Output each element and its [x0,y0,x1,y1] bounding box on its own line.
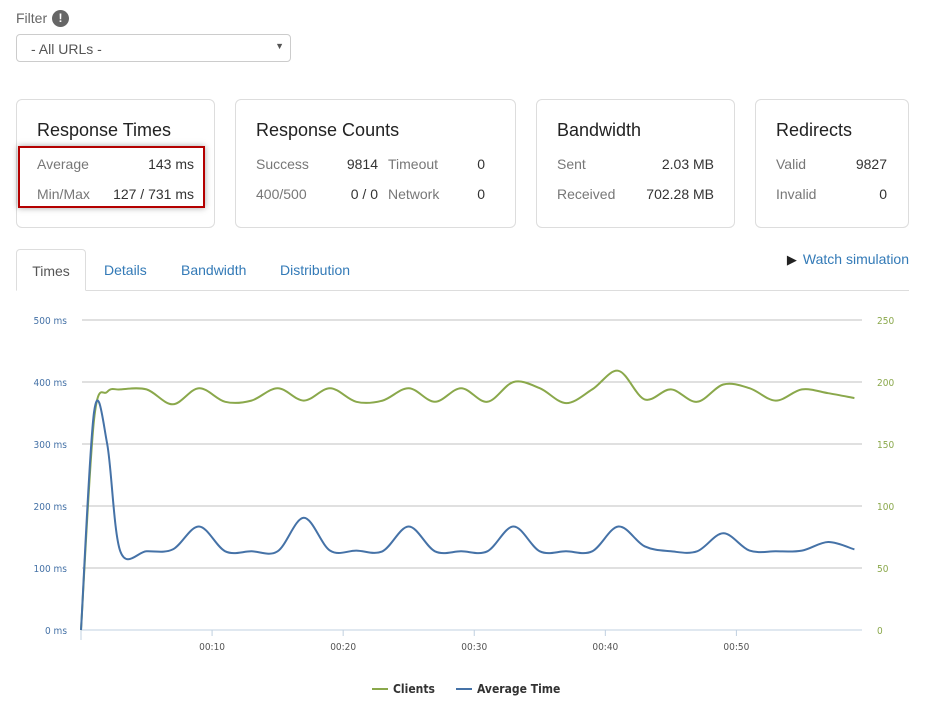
chevron-down-icon: ▼ [275,41,284,51]
received-label: Received [557,186,616,202]
x-tick-label: 00:30 [461,642,487,653]
highlight-box [18,146,205,208]
network-value: 0 [477,186,485,202]
filter-label: Filter [16,10,48,26]
legend-label-clients: Clients [393,682,435,696]
legend-label-average-time: Average Time [477,682,560,696]
y-right-tick-label: 150 [877,440,894,451]
valid-value: 9827 [855,156,887,172]
valid-label: Valid [776,156,807,172]
received-value: 702.28 MB [646,186,714,202]
errors-value: 0 / 0 [350,186,378,202]
card-title: Response Counts [256,120,400,140]
play-icon: ▶ [786,252,797,267]
watch-simulation-link[interactable]: ▶ Watch simulation [787,251,909,268]
y-left-tick-label: 200 ms [34,502,68,513]
tab-bandwidth[interactable]: Bandwidth [181,249,246,291]
watch-simulation-label: Watch simulation [802,251,909,267]
timeout-value: 0 [477,156,485,172]
tab-distribution[interactable]: Distribution [280,249,350,291]
y-right-tick-label: 50 [877,564,889,575]
x-tick-label: 00:40 [592,642,618,653]
url-filter-value: - All URLs - [31,41,102,57]
y-left-tick-label: 100 ms [34,564,68,575]
network-label: Network [388,186,440,202]
y-left-tick-label: 400 ms [34,378,68,389]
legend-item-average-time[interactable]: Average Time [456,682,560,696]
bandwidth-card: Bandwidth Sent 2.03 MB Received 702.28 M… [536,99,735,228]
times-chart: 0 ms 0 100 ms 50 200 ms 100 300 ms 150 400 ms 200… [34,316,895,696]
response-counts-card: Response Counts Success 9814 Timeout 0 4… [235,99,516,228]
y-right-tick-label: 100 [877,502,894,513]
y-left-tick-label: 300 ms [34,440,68,451]
chart-legend: Clients Average Time [372,682,560,696]
invalid-label: Invalid [776,186,817,202]
series-line-clients [80,369,855,631]
y-right-tick-label: 0 [877,626,883,637]
timeout-label: Timeout [388,156,439,172]
tab-details[interactable]: Details [104,249,147,291]
tab-times[interactable]: Times [16,249,86,291]
info-icon[interactable]: ! [52,10,69,27]
url-filter-select[interactable]: - All URLs - ▼ [16,34,291,62]
x-tick-label: 00:10 [199,642,225,653]
success-value: 9814 [346,156,378,172]
invalid-value: 0 [879,186,887,202]
legend-item-clients[interactable]: Clients [372,682,435,696]
card-title: Bandwidth [557,120,642,140]
x-tick-label: 00:20 [330,642,356,653]
y-left-tick-label: 0 ms [45,626,67,637]
card-title: Redirects [776,120,853,140]
sent-value: 2.03 MB [661,156,714,172]
redirects-card: Redirects Valid 9827 Invalid 0 [755,99,909,228]
errors-label: 400/500 [256,186,307,202]
y-right-tick-label: 250 [877,316,894,327]
y-right-tick-label: 200 [877,378,894,389]
success-label: Success [256,156,309,172]
y-left-tick-label: 500 ms [34,316,68,327]
tab-divider [16,290,909,291]
sent-label: Sent [557,156,586,172]
series-line-average-time [80,399,855,631]
card-title: Response Times [37,120,172,140]
x-tick-label: 00:50 [723,642,749,653]
